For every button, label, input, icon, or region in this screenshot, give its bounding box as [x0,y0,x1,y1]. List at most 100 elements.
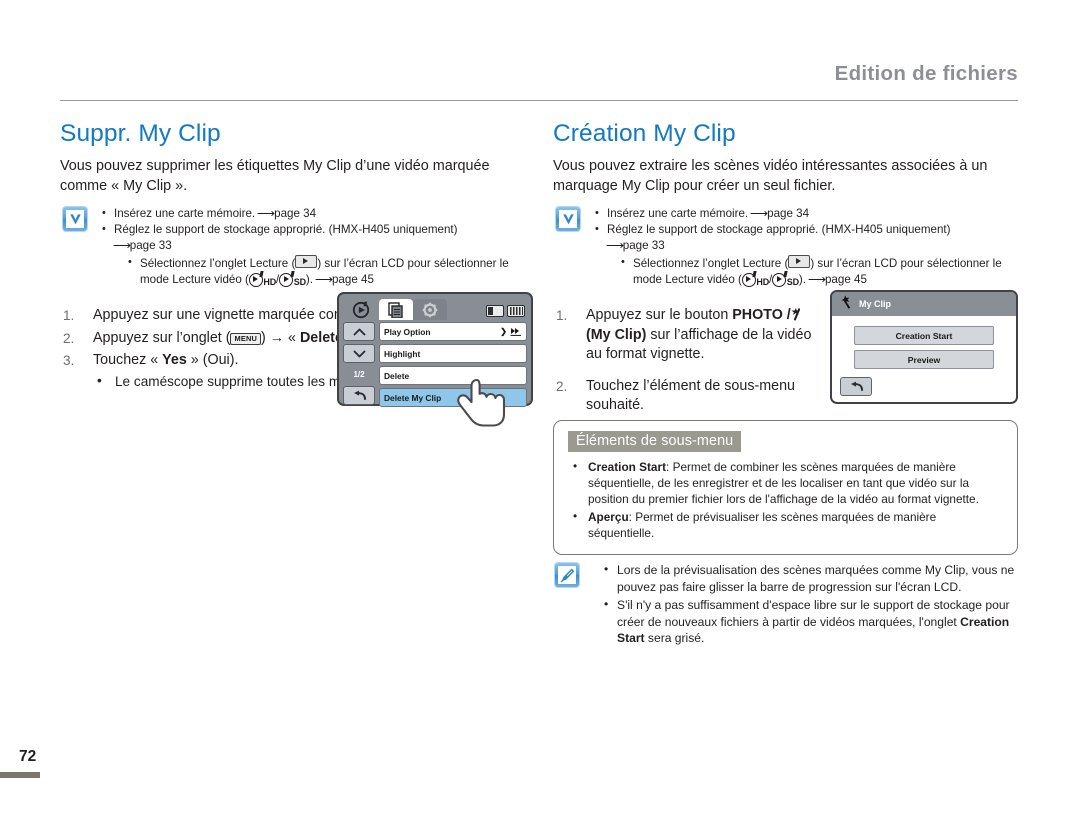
prereq-3-text-a: Sélectionnez l’onglet Lecture ( [140,256,296,270]
prereq-3-text-c: ). [305,272,313,286]
battery-icon [507,305,525,317]
pen-note-block: Lors de la prévisualisation des scènes m… [553,561,1018,649]
lcd-row-play-option[interactable]: Play Option ❯ [379,322,527,341]
pen-note-text-2: S'il n'y a pas suffisamment d'espace lib… [617,598,1010,629]
prereq-3-page: page 45 [824,272,867,286]
lcd-side-controls: 1/2 [343,322,375,407]
lcd-row-delete-my-clip[interactable]: Delete My Clip [379,388,527,407]
step-1-number: 1. [556,308,568,324]
my-clip-mark-icon [791,308,804,321]
submenu-term-creation-start: Creation Start [588,460,667,474]
playback-tab-icon [295,254,318,268]
play-all-icon [510,328,521,336]
pen-note-text-2-tail: sera grisé. [644,631,705,646]
submenu-desc: : Permet de prévisualiser les scènes mar… [588,509,937,540]
my-clip-dialog-title: My Clip [859,299,892,309]
submenu-term-apercu: Aperçu [588,509,629,524]
submenu-items-box: Éléments de sous-menu Creation Start: Pe… [553,420,1018,556]
prereq-2-text: Réglez le support de stockage approprié.… [114,223,458,237]
lcd-menu-rows: Play Option ❯ Highlight Delete Delete My… [379,322,527,407]
submenu-box-heading: Éléments de sous-menu [568,431,742,452]
step-3-number: 3. [63,353,75,369]
file-list-tab-icon[interactable] [379,299,413,320]
page-arrow-icon: ⟶ [808,273,827,286]
right-prerequisite-list: Insérez une carte mémoire. ⟶page 34 Régl… [593,205,1018,290]
step-3-bold-term: Yes [162,352,187,369]
my-clip-dialog-titlebar: My Clip [832,292,1016,316]
scroll-down-button[interactable] [343,344,375,363]
lcd-row-label: Highlight [384,348,421,359]
prereq-3-page: page 45 [331,272,374,286]
submenu-items-list: Creation Start: Permet de combiner les s… [568,458,1003,541]
lcd-menu-body: 1/2 Play Option ❯ Highlight Delete Delet… [343,322,527,407]
prereq-2-page: page 33 [622,239,665,253]
sd-mode-icon: SD [279,272,306,290]
left-section-title: Suppr. My Clip [60,120,221,147]
creation-start-button[interactable]: Creation Start [854,326,994,345]
step-2-text-b: ) → « [261,329,300,346]
lcd-tab-bar [343,298,527,320]
prereq-3-text-a: Sélectionnez l’onglet Lecture ( [633,256,789,270]
right-intro-text: Vous pouvez extraire les scènes vidéo in… [553,158,988,194]
list-item: Réglez le support de stockage approprié.… [593,221,1018,254]
header-divider [60,100,1018,101]
page-arrow-icon: ⟶ [750,208,769,220]
back-button[interactable] [840,377,872,396]
sd-mode-icon: SD [772,272,799,290]
list-item: Sélectionnez l’onglet Lecture () sur l’é… [100,254,530,290]
pen-note-text-1: Lors de la prévisualisation des scènes m… [617,563,1015,594]
list-item: Insérez une carte mémoire. ⟶page 34 [593,205,1018,222]
right-prerequisite-note: Insérez une carte mémoire. ⟶page 34 Régl… [553,205,1018,290]
footer-bar [0,772,40,778]
scroll-up-button[interactable] [343,322,375,341]
pen-note-icon [555,563,579,587]
page-arrow-icon: ⟶ [315,273,334,286]
storage-icon [486,305,504,317]
page-indicator: 1/2 [343,366,375,383]
lcd-status-icons [486,305,525,317]
gear-tab-icon[interactable] [413,299,447,320]
lcd-row-right-icons: ❯ [500,327,522,336]
playback-tab-icon[interactable] [343,299,379,320]
right-section-title: Création My Clip [553,120,736,147]
lcd-menu-screenshot: 1/2 Play Option ❯ Highlight Delete Delet… [337,292,533,407]
list-item: Lors de la prévisualisation des scènes m… [601,561,1018,595]
step-2-text-a: Appuyez sur l’onglet ( [93,329,231,346]
list-item: Creation Start: Permet de combiner les s… [568,458,1003,508]
lcd-row-highlight[interactable]: Highlight [379,344,527,363]
list-item: Sélectionnez l’onglet Lecture () sur l’é… [593,254,1018,290]
prereq-3-text-c: ). [798,272,806,286]
step-1: 1. Appuyez sur le bouton PHOTO / (My Clip… [553,306,823,365]
prereq-2-text: Réglez le support de stockage approprié.… [607,223,951,237]
page-number: 72 [19,748,37,765]
step-1-bold-photo: PHOTO / [732,307,791,324]
pen-note-list: Lors de la prévisualisation des scènes m… [601,561,1018,647]
preview-button[interactable]: Preview [854,350,994,369]
page-arrow-icon: ⟶ [605,240,624,253]
page-arrow-icon: ⟶ [112,240,131,253]
prereq-1-text: Insérez une carte mémoire. [607,207,749,220]
step-1-number: 1. [63,308,75,324]
step-2-number: 2. [63,330,75,346]
list-item: Réglez le support de stockage approprié.… [100,221,530,254]
lcd-row-delete[interactable]: Delete [379,366,527,385]
lcd-row-label: Play Option [384,326,431,337]
step-2: 2. Touchez l’élément de sous-menu souhait… [553,377,823,416]
chevron-right-icon: ❯ [500,327,507,336]
left-prerequisite-list: Insérez une carte mémoire. ⟶ page 34 Régl… [100,205,530,290]
my-clip-dialog-buttons: Creation Start Preview [832,316,1016,369]
back-button[interactable] [343,386,375,405]
step-3-text-b: » (Oui). [186,352,239,369]
left-prerequisite-note: Insérez une carte mémoire. ⟶ page 34 Régl… [60,205,530,290]
step-3-text-a: Touchez « [93,352,163,369]
hd-mode-icon: HD [741,272,769,290]
my-clip-dialog-screenshot: My Clip Creation Start Preview [830,290,1018,404]
prereq-1-page: page 34 [274,207,317,220]
checkmark-glyph [66,210,84,228]
prereq-1-text: Insérez une carte mémoire. [114,207,256,220]
checkmark-glyph [559,210,577,228]
pen-glyph [558,566,576,584]
my-clip-icon [840,294,854,314]
running-head: Edition de fichiers [834,62,1018,85]
checkmark-note-icon [556,207,580,231]
